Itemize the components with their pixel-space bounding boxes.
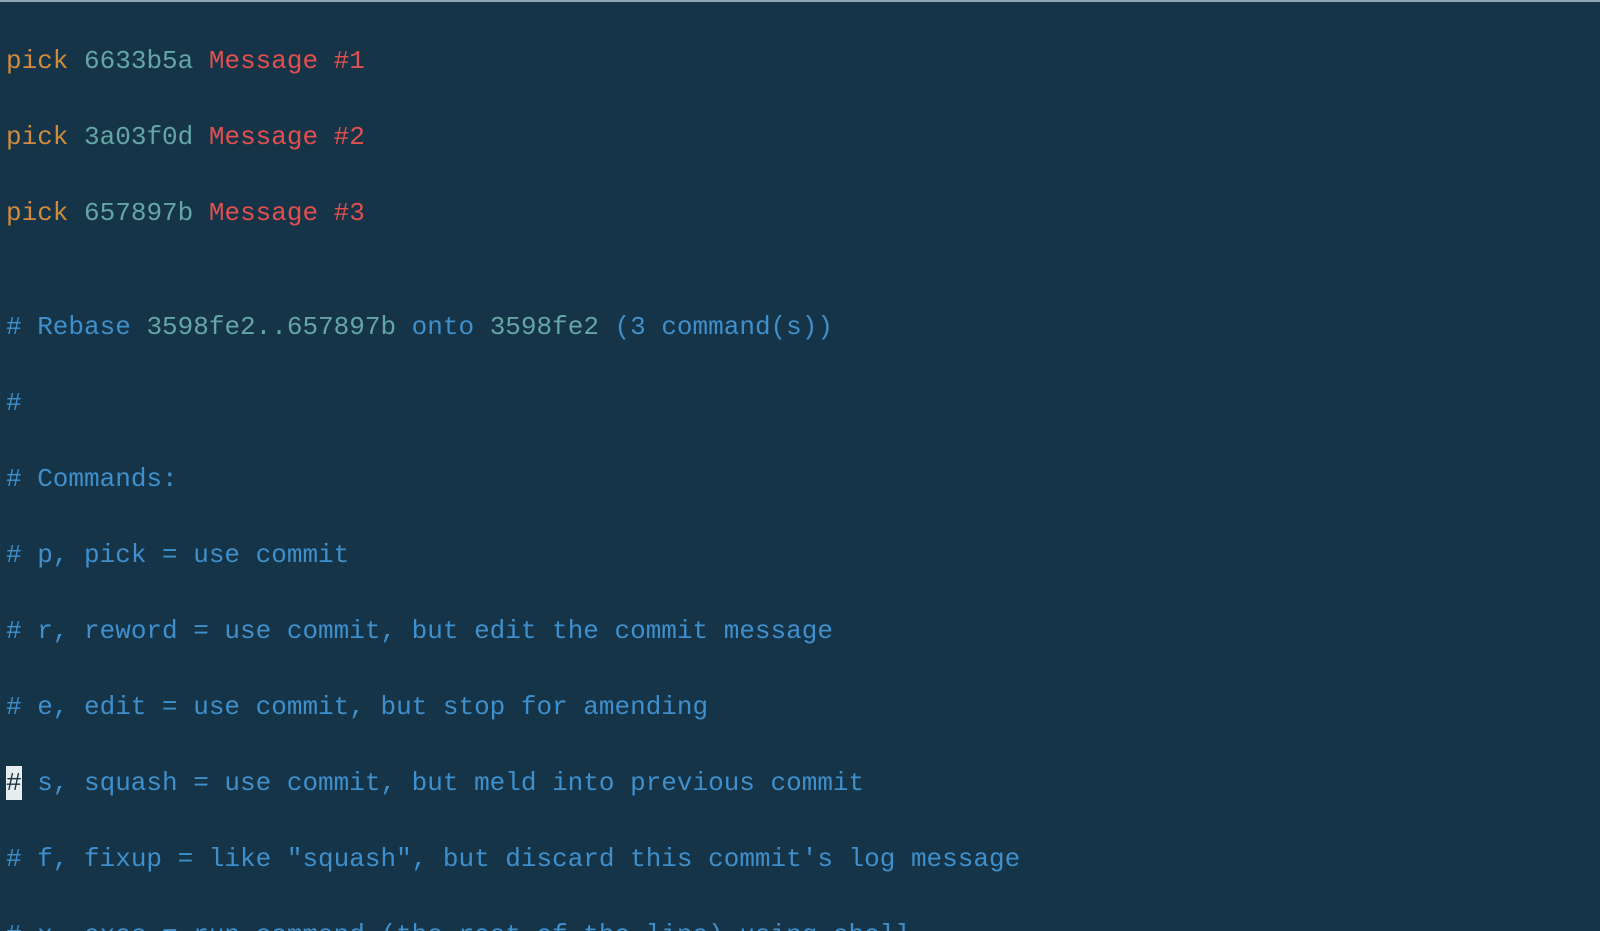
commit-message: Message #3 — [209, 198, 365, 228]
command-help-fixup: # f, fixup = like "squash", but discard … — [6, 840, 1600, 878]
rebase-action: pick — [6, 122, 68, 152]
rebase-action: pick — [6, 46, 68, 76]
commit-line[interactable]: pick 6633b5a Message #1 — [6, 42, 1600, 80]
hash-range: 3598fe2..657897b — [146, 312, 396, 342]
rebase-action: pick — [6, 198, 68, 228]
commit-hash: 657897b — [84, 198, 193, 228]
comment-text: # Rebase — [6, 312, 146, 342]
comment-text: onto — [396, 312, 490, 342]
commit-message: Message #2 — [209, 122, 365, 152]
rebase-todo-editor[interactable]: pick 6633b5a Message #1 pick 3a03f0d Mes… — [0, 2, 1600, 931]
rebase-header: # Rebase 3598fe2..657897b onto 3598fe2 (… — [6, 308, 1600, 346]
commit-message: Message #1 — [209, 46, 365, 76]
onto-hash: 3598fe2 — [490, 312, 599, 342]
commit-line[interactable]: pick 657897b Message #3 — [6, 194, 1600, 232]
comment-line: # — [6, 384, 1600, 422]
comment-text: (3 command(s)) — [599, 312, 833, 342]
command-help-squash: # s, squash = use commit, but meld into … — [6, 764, 1600, 802]
editor-cursor: # — [6, 764, 22, 802]
comment-text: s, squash = use commit, but meld into pr… — [22, 768, 865, 798]
commit-line[interactable]: pick 3a03f0d Message #2 — [6, 118, 1600, 156]
commit-hash: 6633b5a — [84, 46, 193, 76]
commands-header: # Commands: — [6, 460, 1600, 498]
command-help-edit: # e, edit = use commit, but stop for ame… — [6, 688, 1600, 726]
command-help-reword: # r, reword = use commit, but edit the c… — [6, 612, 1600, 650]
commit-hash: 3a03f0d — [84, 122, 193, 152]
command-help-pick: # p, pick = use commit — [6, 536, 1600, 574]
command-help-exec: # x, exec = run command (the rest of the… — [6, 916, 1600, 931]
